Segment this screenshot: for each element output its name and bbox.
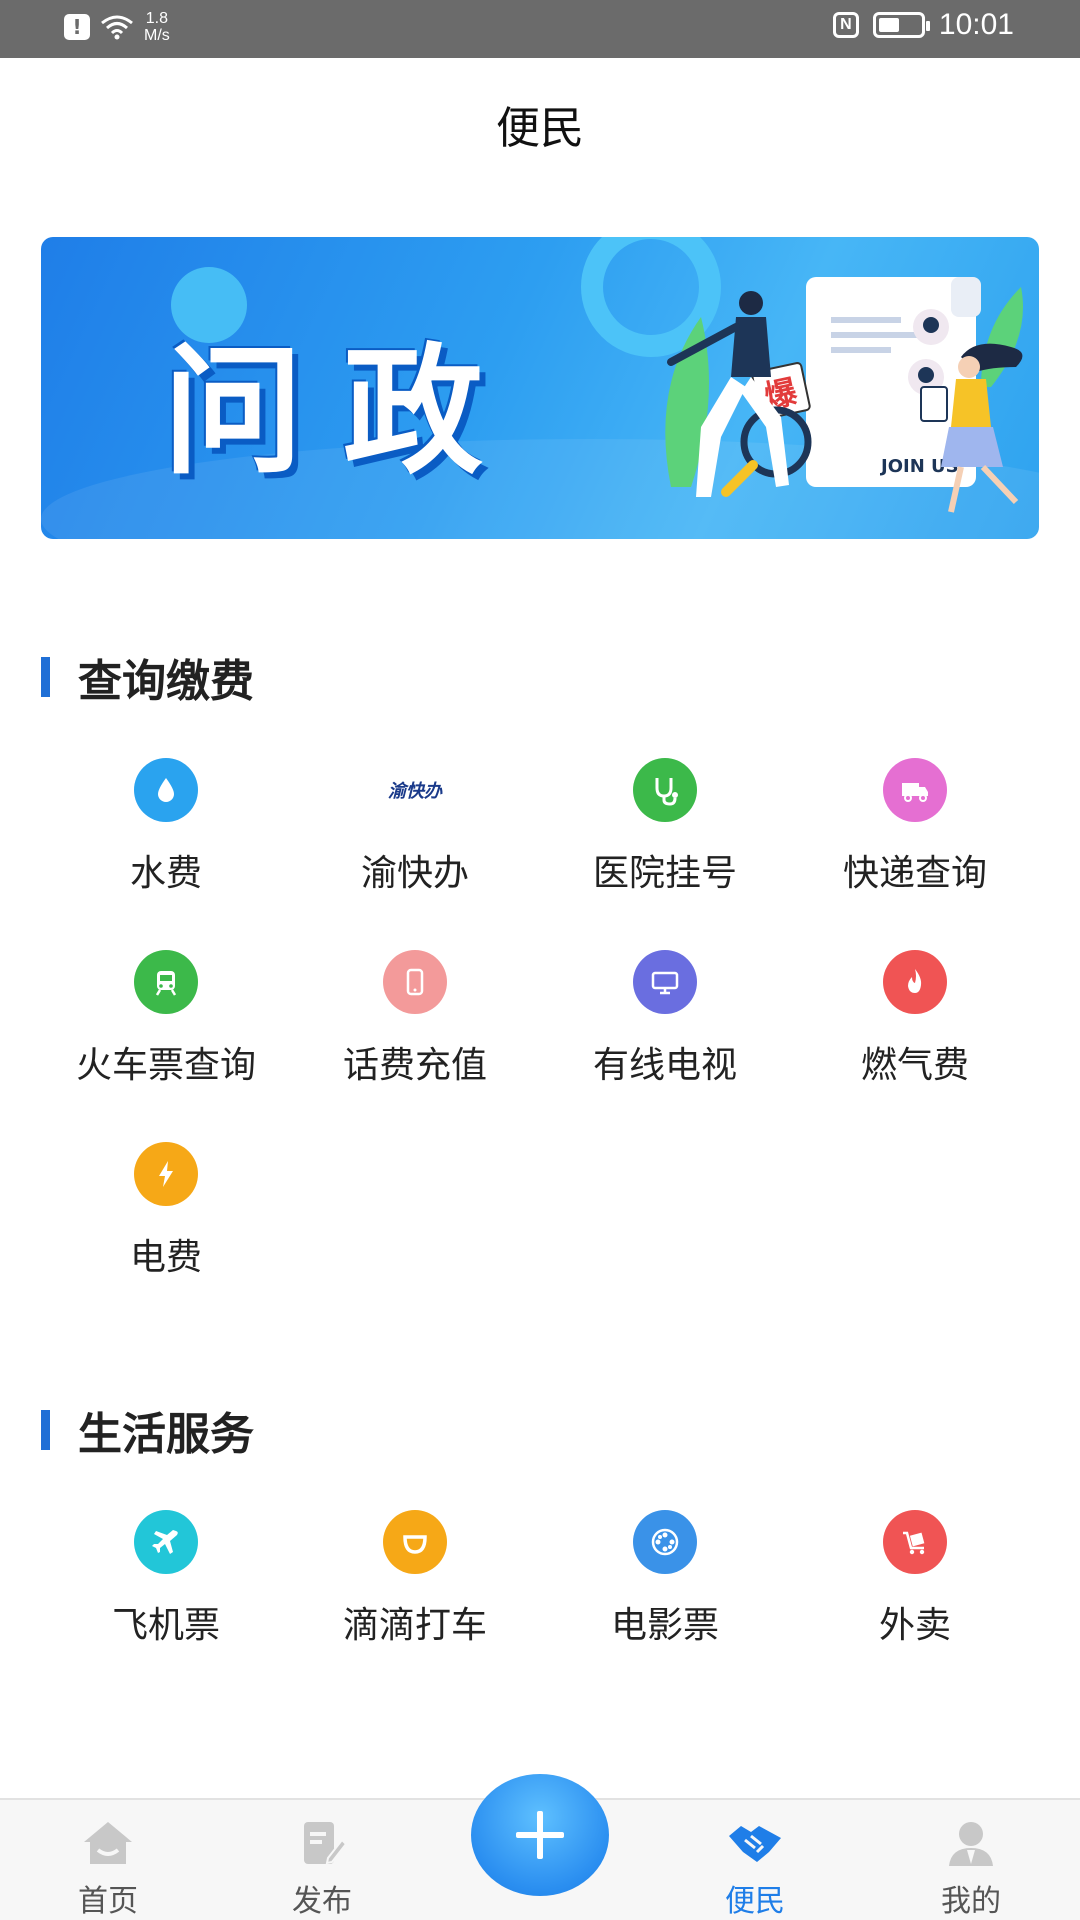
service-train[interactable]: 火车票查询 bbox=[41, 950, 291, 1088]
nav-label: 首页 bbox=[78, 1884, 138, 1919]
battery-icon bbox=[872, 12, 930, 38]
service-gas[interactable]: 燃气费 bbox=[790, 950, 1040, 1088]
home-icon bbox=[84, 1822, 132, 1864]
clock: 10:01 bbox=[938, 8, 1014, 41]
airplane-icon bbox=[134, 1510, 198, 1574]
service-hospital[interactable]: 医院挂号 bbox=[540, 758, 790, 896]
add-button[interactable] bbox=[471, 1774, 609, 1896]
profile-icon bbox=[949, 1822, 993, 1866]
section-label: 生活服务 bbox=[78, 1409, 254, 1460]
service-electricity[interactable]: 电费 bbox=[41, 1142, 291, 1280]
delivery-truck-icon bbox=[883, 758, 947, 822]
section-title-query: 查询缴费 bbox=[41, 645, 254, 709]
nav-publish[interactable]: 发布 bbox=[262, 1818, 382, 1920]
phone-icon bbox=[383, 950, 447, 1014]
water-drop-icon bbox=[134, 758, 198, 822]
service-cable-tv[interactable]: 有线电视 bbox=[540, 950, 790, 1088]
section-label: 查询缴费 bbox=[78, 656, 254, 707]
service-label: 火车票查询 bbox=[75, 1045, 256, 1086]
section-accent-bar bbox=[41, 1410, 50, 1450]
service-express[interactable]: 快递查询 bbox=[790, 758, 1040, 896]
alert-icon: ! bbox=[64, 14, 90, 40]
network-speed: 1.8 M/s bbox=[144, 10, 170, 44]
lightning-icon bbox=[134, 1142, 198, 1206]
nav-label: 发布 bbox=[292, 1884, 352, 1919]
service-label: 燃气费 bbox=[860, 1045, 969, 1086]
section-accent-bar bbox=[41, 657, 50, 697]
train-icon bbox=[134, 950, 198, 1014]
film-reel-icon bbox=[633, 1510, 697, 1574]
service-label: 水费 bbox=[129, 853, 202, 894]
service-label: 话费充值 bbox=[342, 1045, 487, 1086]
service-label: 外卖 bbox=[878, 1605, 951, 1646]
takeout-cart-icon bbox=[883, 1510, 947, 1574]
service-label: 飞机票 bbox=[111, 1605, 220, 1646]
service-flight[interactable]: 飞机票 bbox=[41, 1510, 291, 1648]
status-bar: ! 1.8 M/s N 10:01 bbox=[0, 0, 1080, 58]
service-label: 渝快办 bbox=[360, 853, 469, 894]
service-label: 有线电视 bbox=[592, 1045, 737, 1086]
nav-label: 我的 bbox=[941, 1884, 1001, 1919]
banner-title: 问政 bbox=[163, 331, 524, 494]
banner[interactable]: 问政 JOIN US 爆 bbox=[41, 237, 1039, 539]
service-label: 医院挂号 bbox=[592, 853, 737, 894]
speed-value: 1.8 bbox=[145, 10, 169, 27]
handshake-icon bbox=[729, 1826, 781, 1862]
section-title-life: 生活服务 bbox=[41, 1398, 254, 1462]
nav-home[interactable]: 首页 bbox=[48, 1818, 168, 1920]
service-movie[interactable]: 电影票 bbox=[540, 1510, 790, 1648]
service-label: 快递查询 bbox=[842, 853, 987, 894]
nav-label: 便民 bbox=[725, 1884, 785, 1919]
service-label: 电费 bbox=[129, 1237, 202, 1278]
service-label: 滴滴打车 bbox=[342, 1605, 487, 1646]
tv-icon bbox=[633, 950, 697, 1014]
service-water[interactable]: 水费 bbox=[41, 758, 291, 896]
nfc-icon: N bbox=[832, 12, 859, 38]
nav-profile[interactable]: 我的 bbox=[911, 1818, 1031, 1920]
speed-unit: M/s bbox=[144, 27, 170, 44]
flame-icon bbox=[883, 950, 947, 1014]
yukuaiban-logo: 渝快办 bbox=[388, 781, 442, 802]
wifi-icon bbox=[101, 15, 133, 40]
service-phone-recharge[interactable]: 话费充值 bbox=[290, 950, 540, 1088]
service-label: 电影票 bbox=[610, 1605, 719, 1646]
plus-icon bbox=[516, 1811, 564, 1859]
stethoscope-icon bbox=[633, 758, 697, 822]
service-takeout[interactable]: 外卖 bbox=[790, 1510, 1040, 1648]
page-title: 便民 bbox=[496, 103, 584, 154]
service-didi[interactable]: 滴滴打车 bbox=[290, 1510, 540, 1648]
banner-illustration: JOIN US 爆 bbox=[665, 277, 1023, 513]
nav-convenience[interactable]: 便民 bbox=[695, 1818, 815, 1920]
didi-icon bbox=[383, 1510, 447, 1574]
publish-icon bbox=[304, 1822, 348, 1865]
service-yukuaiban[interactable]: 渝快办 渝快办 bbox=[290, 758, 540, 896]
